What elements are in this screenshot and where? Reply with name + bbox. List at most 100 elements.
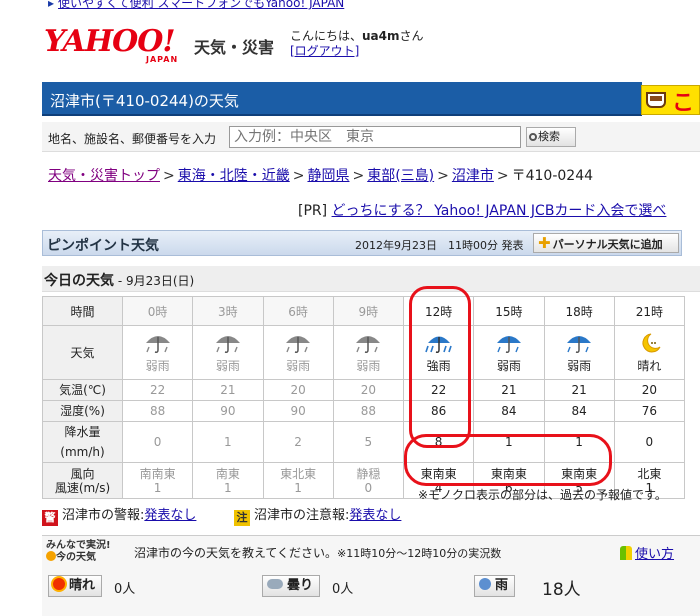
pr-line: [PR] どっちにする？ Yahoo! JAPAN JCBカード入会で選べ	[298, 200, 666, 220]
honorific: さん	[399, 29, 424, 43]
wind-speed: 1	[224, 480, 232, 495]
weather-cell: 晴れ	[613, 325, 686, 380]
breadcrumb-tokai[interactable]: 東海・北陸・近畿	[178, 168, 290, 184]
community-prompt-text: 沼津市の今の天気を教えてください。	[134, 546, 338, 560]
time-cell: 0時	[121, 296, 194, 326]
weather-label: 強雨	[426, 359, 451, 373]
community-report-box: みんなで実況! 今の天気 沼津市の今の天気を教えてください。※11時10分～12…	[42, 535, 700, 616]
warning-label: 沼津市の警報:	[62, 508, 145, 523]
community-logo: みんなで実況! 今の天気	[46, 540, 128, 564]
pr-link[interactable]: どっちにする？ Yahoo! JAPAN JCBカード入会で選べ	[332, 203, 667, 219]
wind-direction: 東南東	[561, 466, 598, 481]
today-date: - 9月23日(日)	[114, 274, 195, 288]
ad-banner[interactable]: こ	[641, 85, 700, 115]
wind-speed: 1	[294, 480, 302, 495]
time-row: 時間 0時 3時 6時 9時 12時 15時 18時 21時	[42, 296, 686, 326]
breadcrumb-separator: >	[292, 168, 305, 184]
precip-cell: 8	[402, 421, 475, 463]
vote-cloudy-label: 曇り	[287, 578, 314, 593]
weather-label: 弱雨	[145, 359, 170, 373]
humidity-cell: 86	[402, 400, 475, 422]
search-icon	[529, 133, 537, 141]
community-logo-line1: みんなで実況!	[46, 540, 111, 551]
logo-sub: JAPAN	[146, 55, 179, 64]
precip-cell: 1	[473, 421, 545, 463]
logout-link[interactable]: [ログアウト]	[290, 44, 359, 58]
community-period: ※11時10分～12時10分の実況数	[337, 547, 502, 560]
temp-row: 気温(℃) 22 21 20 20 22 21 21 20	[42, 379, 686, 401]
row-label-wind: 風向 風速(m/s)	[42, 462, 123, 499]
add-personal-weather-button[interactable]: ✚ パーソナル天気に追加	[533, 233, 679, 253]
row-label-wind-dir: 風向	[70, 466, 95, 481]
pinpoint-title: ピンポイント天気	[47, 238, 159, 254]
weather-label: 晴れ	[637, 359, 662, 373]
warnings-row: 警沼津市の警報:発表なし 注沼津市の注意報:発表なし	[42, 502, 700, 526]
breadcrumb-tobu[interactable]: 東部(三島)	[367, 168, 434, 184]
community-logo-line2: 今の天気	[56, 552, 96, 563]
breadcrumb: 天気・災害トップ > 東海・北陸・近畿 > 静岡県 > 東部(三島) > 沼津市 > 〒410-02…	[48, 165, 593, 185]
time-cell: 6時	[262, 296, 334, 326]
weather-label: 弱雨	[215, 359, 240, 373]
advisory-link[interactable]: 発表なし	[349, 508, 401, 523]
page-title-bar: 沼津市(〒410-0244)の天気	[42, 82, 642, 116]
vote-rain-button[interactable]: 雨	[474, 575, 516, 597]
wind-cell: 南東 1	[192, 462, 264, 499]
search-input[interactable]	[229, 126, 521, 148]
promo-text[interactable]: 使いやすくて便利 スマートフォンでもYahoo! JAPAN	[58, 0, 344, 10]
breadcrumb-current: 〒410-0244	[511, 168, 594, 184]
vote-sunny-button[interactable]: 晴れ	[48, 575, 103, 597]
wind-speed: 0	[364, 480, 373, 495]
temp-cell: 20	[332, 379, 405, 401]
wind-direction: 静穏	[356, 466, 381, 481]
search-button[interactable]: 検索	[526, 127, 576, 147]
advisory-info: 注沼津市の注意報:発表なし	[234, 504, 401, 526]
sun-icon	[46, 551, 56, 561]
precip-cell: 1	[192, 421, 264, 463]
breadcrumb-weather-top[interactable]: 天気・災害トップ	[48, 168, 160, 184]
humidity-row: 湿度(%) 88 90 90 88 86 84 84 76	[42, 400, 686, 422]
warning-badge-icon: 警	[42, 510, 58, 526]
breadcrumb-shizuoka[interactable]: 静岡県	[307, 168, 349, 184]
weather-cell: 弱雨	[473, 325, 545, 380]
vote-sunny-label: 晴れ	[69, 578, 96, 593]
vote-sunny-count: 0人	[114, 582, 136, 597]
temp-cell: 20	[262, 379, 334, 401]
cloud-icon	[267, 579, 283, 589]
howto-label[interactable]: 使い方	[635, 547, 674, 562]
wind-direction: 南南東	[139, 466, 176, 481]
temp-cell: 21	[192, 379, 264, 401]
humidity-cell: 88	[121, 400, 194, 422]
vote-cloudy-count: 0人	[332, 582, 354, 597]
weather-row: 天気 弱雨 弱雨 弱雨 弱雨 強雨 弱雨 弱雨 晴れ	[42, 325, 686, 380]
wind-direction: 東北東	[280, 466, 317, 481]
weather-label: 弱雨	[567, 359, 592, 373]
time-cell: 18時	[543, 296, 615, 326]
warning-link[interactable]: 発表なし	[144, 508, 196, 523]
yahoo-logo[interactable]: YAHOO! JAPAN	[44, 26, 190, 68]
warning-info: 警沼津市の警報:発表なし	[42, 504, 196, 526]
time-cell: 21時	[613, 296, 686, 326]
greeting-text: こんにちは、	[290, 29, 363, 43]
weather-label: 弱雨	[286, 359, 311, 373]
row-label-temp: 気温(℃)	[42, 379, 123, 401]
row-label-weather: 天気	[42, 325, 123, 380]
vote-rain-label: 雨	[495, 578, 509, 593]
search-label: 地名、施設名、郵便番号を入力	[48, 132, 217, 146]
today-header: 今日の天気 - 9月23日(日)	[42, 266, 700, 292]
page-title: 沼津市(〒410-0244)の天気	[50, 92, 239, 110]
wind-direction: 南東	[215, 466, 240, 481]
weather-label: 弱雨	[356, 359, 381, 373]
wind-cell: 静穏 0	[332, 462, 405, 499]
wind-cell: 南南東 1	[121, 462, 194, 499]
umbrella-icon	[565, 336, 593, 357]
precip-cell: 1	[543, 421, 615, 463]
humidity-cell: 84	[473, 400, 545, 422]
time-cell: 3時	[192, 296, 264, 326]
breadcrumb-numazu[interactable]: 沼津市	[452, 168, 494, 184]
howto-link[interactable]: 使い方	[620, 543, 674, 562]
promo-link[interactable]: ▸ 使いやすくて便利 スマートフォンでもYahoo! JAPAN	[48, 0, 344, 11]
precip-cell: 0	[121, 421, 194, 463]
vote-cloudy-button[interactable]: 曇り	[262, 575, 321, 597]
precip-cell: 0	[613, 421, 686, 463]
weather-cell: 弱雨	[262, 325, 334, 380]
